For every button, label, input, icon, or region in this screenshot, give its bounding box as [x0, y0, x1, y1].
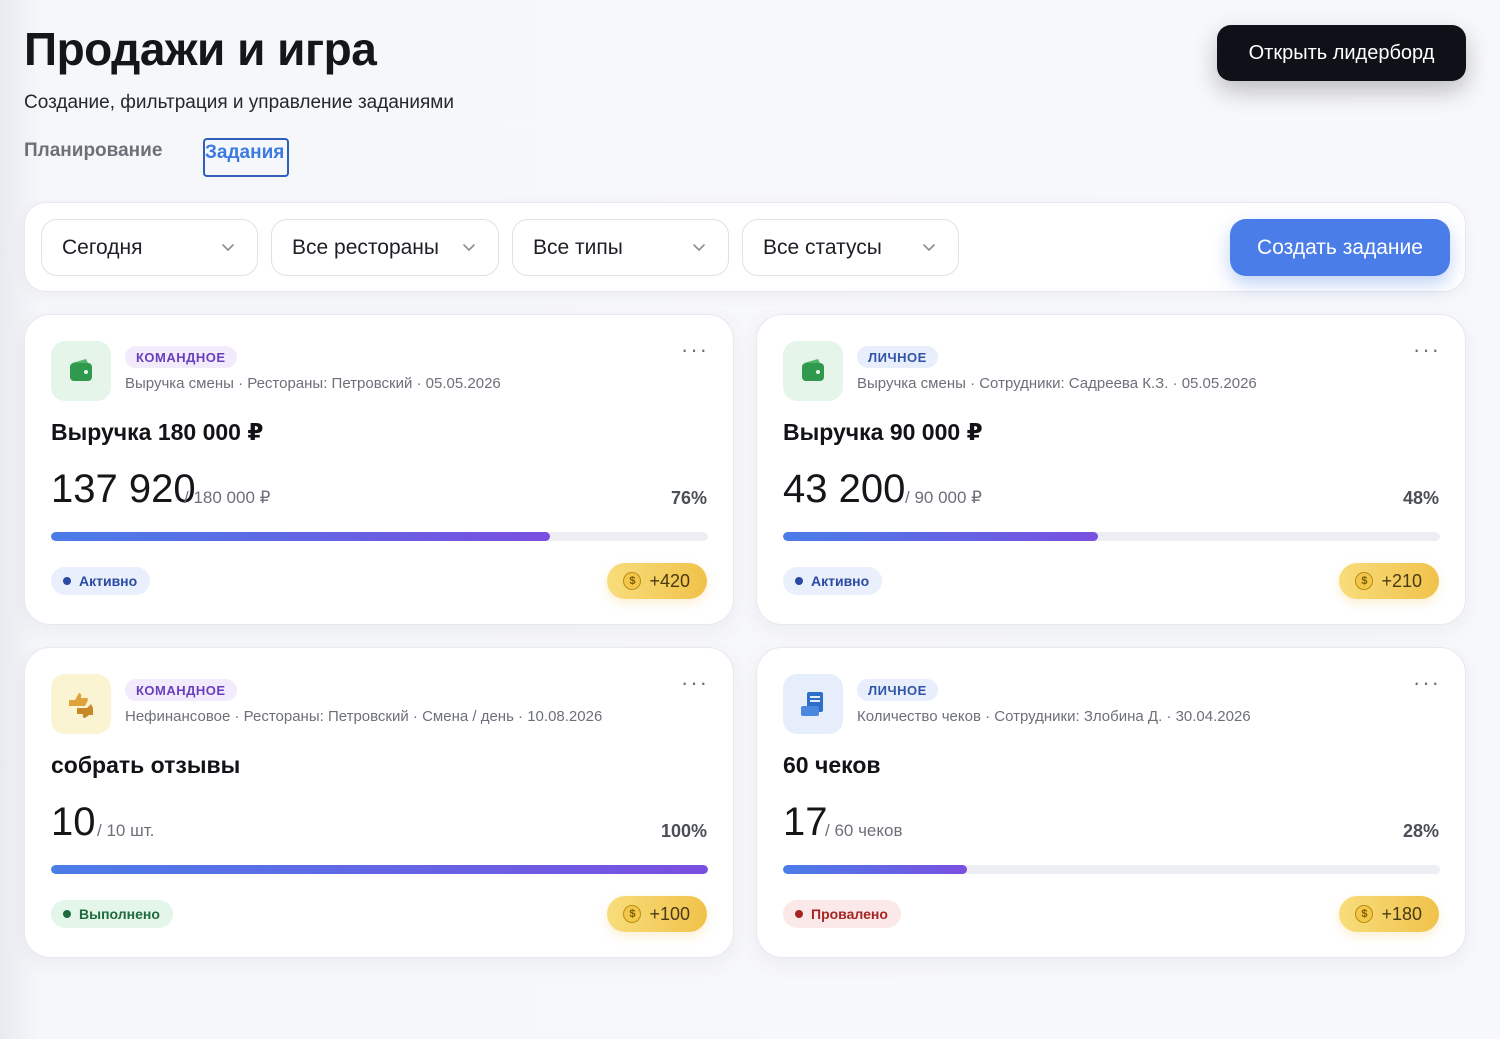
chevron-down-icon: [222, 244, 234, 251]
task-name: Выручка 180 000 ₽: [51, 419, 264, 445]
task-name: собрать отзывы: [51, 752, 241, 778]
chevron-down-icon: [463, 244, 475, 251]
task-meta: Выручка смены · Сотрудники: Садреева К.З…: [857, 375, 1257, 392]
type-badge: КОМАНДНОЕ: [125, 346, 237, 368]
more-options-icon[interactable]: ···: [681, 337, 709, 363]
task-percent: 100%: [660, 821, 707, 841]
tab-planning[interactable]: Планирование: [24, 140, 162, 162]
page-title: Продажи и игра: [24, 23, 377, 75]
task-card: КОМАНДНОЕ Выручка смены · Рестораны: Пет…: [24, 314, 734, 625]
task-name: Выручка 90 000 ₽: [783, 419, 983, 445]
open-leaderboard-button[interactable]: Открыть лидерборд: [1217, 25, 1466, 81]
task-current-value: 43 200: [783, 467, 906, 511]
task-card: ЛИЧНОЕ Выручка смены · Сотрудники: Садре…: [756, 314, 1466, 625]
task-target-value: / 10 шт.: [97, 821, 155, 840]
task-target-value: / 180 000 ₽: [184, 488, 271, 507]
date-filter-value: Сегодня: [62, 235, 143, 259]
type-badge: ЛИЧНОЕ: [857, 346, 938, 368]
coin-icon: $: [1355, 572, 1374, 590]
type-filter-value: Все типы: [533, 235, 623, 259]
reward-value: +100: [649, 903, 690, 924]
task-current-value: 10: [51, 800, 96, 844]
coin-icon: $: [1355, 905, 1374, 923]
page-subtitle: Создание, фильтрация и управление задани…: [24, 92, 454, 113]
reward-value: +420: [649, 570, 690, 591]
coin-icon: $: [623, 572, 642, 590]
task-meta: Нефинансовое · Рестораны: Петровский · С…: [125, 708, 603, 725]
task-name: 60 чеков: [783, 752, 881, 778]
more-options-icon[interactable]: ···: [681, 670, 709, 696]
page: Продажи и игра Создание, фильтрация и уп…: [0, 0, 1500, 1039]
progress-bar: [51, 532, 708, 541]
date-filter-select[interactable]: Сегодня: [41, 219, 258, 276]
reward-value: +180: [1381, 903, 1422, 924]
task-percent: 48%: [1402, 488, 1439, 508]
status-badge: Активно: [51, 567, 151, 595]
progress-bar: [51, 865, 708, 874]
wallet-icon: [70, 359, 92, 381]
restaurant-filter-value: Все рестораны: [292, 235, 439, 259]
task-target-value: / 60 чеков: [825, 821, 903, 840]
progress-bar: [783, 532, 1440, 541]
thumbs-icon: [69, 693, 93, 718]
receipt-icon: [801, 692, 823, 716]
progress-fill: [783, 532, 1099, 541]
chevron-down-icon: [693, 244, 705, 251]
progress-fill: [51, 865, 708, 874]
task-current-value: 137 920: [51, 467, 196, 511]
task-icon-box: [51, 341, 111, 401]
task-current-value: 17: [783, 800, 828, 844]
task-icon-box: [51, 674, 111, 734]
reward-badge: $ +210: [1339, 563, 1439, 599]
restaurant-filter-select[interactable]: Все рестораны: [271, 219, 499, 276]
task-card: КОМАНДНОЕ Нефинансовое · Рестораны: Петр…: [24, 647, 734, 958]
more-options-icon[interactable]: ···: [1413, 337, 1441, 363]
type-badge: КОМАНДНОЕ: [125, 679, 237, 701]
status-filter-value: Все статусы: [763, 235, 882, 259]
type-filter-select[interactable]: Все типы: [512, 219, 729, 276]
progress-fill: [783, 865, 967, 874]
progress-bar: [783, 865, 1440, 874]
task-card: ЛИЧНОЕ Количество чеков · Сотрудники: Зл…: [756, 647, 1466, 958]
reward-value: +210: [1381, 570, 1422, 591]
reward-badge: $ +100: [607, 896, 707, 932]
task-icon-box: [783, 674, 843, 734]
reward-badge: $ +180: [1339, 896, 1439, 932]
status-filter-select[interactable]: Все статусы: [742, 219, 959, 276]
type-badge: ЛИЧНОЕ: [857, 679, 938, 701]
chevron-down-icon: [923, 244, 935, 251]
coin-icon: $: [623, 905, 642, 923]
task-icon-box: [783, 341, 843, 401]
status-badge: Провалено: [783, 900, 901, 928]
task-target-value: / 90 000 ₽: [905, 488, 982, 507]
task-percent: 76%: [670, 488, 707, 508]
progress-fill: [51, 532, 551, 541]
status-badge: Выполнено: [51, 900, 173, 928]
status-badge: Активно: [783, 567, 883, 595]
more-options-icon[interactable]: ···: [1413, 670, 1441, 696]
task-meta: Количество чеков · Сотрудники: Злобина Д…: [857, 708, 1251, 725]
reward-badge: $ +420: [607, 563, 707, 599]
tab-tasks[interactable]: Задания: [203, 138, 289, 177]
task-percent: 28%: [1402, 821, 1439, 841]
filters-bar: Сегодня Все рестораны Все типы Все стату…: [24, 202, 1466, 292]
task-meta: Выручка смены · Рестораны: Петровский · …: [125, 375, 501, 392]
wallet-icon: [802, 359, 824, 381]
create-task-button[interactable]: Создать задание: [1230, 219, 1450, 276]
